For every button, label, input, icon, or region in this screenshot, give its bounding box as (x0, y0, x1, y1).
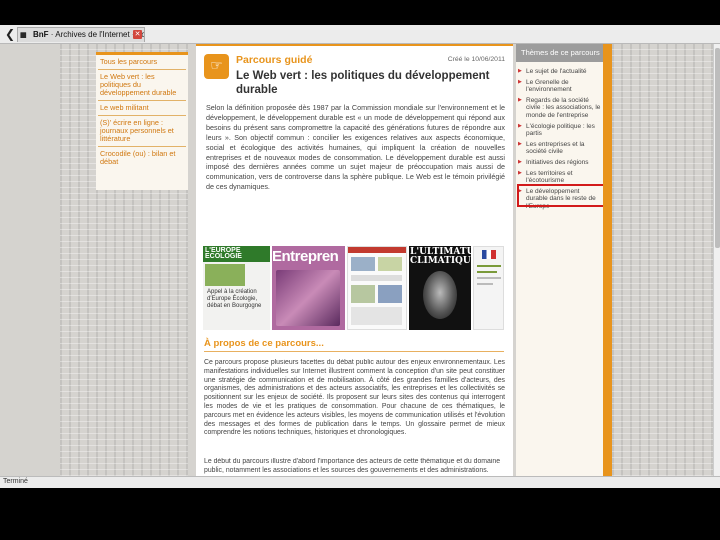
thumbnail-strip: L'EUROPE ECOLOGIE Appel à la création d'… (203, 246, 504, 330)
sidebar-heading: Thèmes de ce parcours (516, 44, 603, 62)
page-title: Le Web vert : les politiques du développ… (236, 70, 490, 96)
close-tab-icon[interactable]: ✕ (133, 30, 142, 39)
vertical-scrollbar[interactable] (713, 44, 720, 476)
themes-sidebar: Thèmes de ce parcours ▶ Le sujet de l'act… (516, 44, 603, 476)
guide-label: Parcours guidé (236, 54, 313, 66)
pointing-hand-icon: ☞ (204, 54, 229, 79)
thumbnail-photo (205, 264, 245, 286)
theme-item-label: Les entreprises et la société civile (526, 140, 585, 156)
thumbnail-masthead: L'EUROPE ECOLOGIE (203, 246, 270, 262)
intro-paragraph: Selon la définition proposée dès 1987 pa… (206, 103, 505, 192)
theme-item[interactable]: ▶ Les entreprises et la société civile (518, 141, 602, 156)
thumbnail-heading: Entrepren (272, 248, 339, 265)
french-flag-icon (482, 250, 496, 259)
thumbnail-caption: Appel à la création d'Europe Écologie, d… (207, 289, 262, 309)
thumbnail-header-bar (348, 247, 406, 253)
nav-item-web-militant[interactable]: Le web militant (98, 101, 186, 116)
thumbnail-block (351, 285, 375, 303)
thumbnail-block (378, 285, 402, 303)
theme-item-label: Le sujet de l'actualité (526, 68, 587, 75)
section-divider (204, 351, 504, 352)
browser-tab[interactable]: ▦ BnF · Archives de l'Internet · po... ✕ (17, 27, 145, 42)
bullet-triangle-icon: ▶ (518, 68, 522, 74)
creation-date: Créé le 10/06/2011 (447, 56, 505, 63)
thumbnail-block (378, 257, 402, 271)
theme-item-highlighted[interactable]: ▶ Les territoires et l'écotourisme (518, 170, 602, 185)
bullet-triangle-icon: ▶ (518, 78, 522, 85)
tab-title: · Archives de l'Internet · po... (48, 30, 145, 39)
thumbnail-line (477, 277, 501, 279)
thumbnail-heading: L'ULTIMATUM CLIMATIQUE (410, 247, 471, 266)
status-bar: Terminé (0, 476, 720, 488)
theme-item-label: Initiatives des régions (526, 158, 589, 166)
thumbnail-europe-ecologie[interactable]: L'EUROPE ECOLOGIE Appel à la création d'… (203, 246, 270, 330)
thumbnail-entreprendre[interactable]: Entrepren (272, 246, 345, 330)
bnf-favicon-icon: ▦ (20, 32, 27, 39)
theme-item-label: Les territoires et l'écotourisme (526, 169, 573, 185)
nav-item-all-parcours[interactable]: Tous les parcours (98, 55, 186, 70)
bullet-triangle-icon: ▶ (518, 122, 522, 129)
thumbnail-photo (276, 270, 340, 326)
tab-title-bold: BnF (33, 30, 49, 39)
nav-item-web-vert[interactable]: Le Web vert : les politiques du développ… (98, 70, 186, 101)
browser-toolbar: ❮ ▦ BnF · Archives de l'Internet · po... … (0, 25, 720, 44)
thumbnail-line (477, 265, 501, 267)
bullet-triangle-icon: ▶ (518, 169, 522, 176)
theme-item-label: Le Grenelle de l'environnement (526, 78, 572, 94)
theme-item-label: Regards de la société civile : les assoc… (526, 96, 601, 119)
background-pattern-right (612, 44, 720, 476)
accent-strip (196, 44, 513, 46)
bullet-triangle-icon: ▶ (518, 158, 522, 165)
bullet-triangle-icon: ▶ (518, 140, 522, 147)
accent-bar (603, 44, 612, 476)
thumbnail-block (351, 275, 402, 281)
left-navigation: Tous les parcours Le Web vert : les poli… (96, 52, 188, 190)
about-paragraph: Ce parcours propose plusieurs facettes d… (204, 359, 505, 437)
nav-item-ecrire-en-ligne[interactable]: (S)' écrire en ligne : journaux personne… (98, 116, 186, 147)
thumbnail-ultimatum[interactable]: L'ULTIMATUM CLIMATIQUE (409, 246, 471, 330)
scrollbar-thumb[interactable] (715, 48, 720, 248)
theme-item[interactable]: ▶ Initiatives des régions (518, 159, 602, 167)
back-arrow-icon[interactable]: ❮ (5, 26, 16, 42)
thumbnail-block (351, 257, 375, 271)
red-highlight-box (517, 184, 605, 207)
thumbnail-ministry[interactable] (473, 246, 504, 330)
theme-item[interactable]: ▶ Regards de la société civile : les asso… (518, 97, 602, 120)
theme-item-label: L'écologie politique : les partis (526, 122, 595, 138)
theme-item[interactable]: ▶ Le sujet de l'actualité (518, 68, 602, 76)
section-title: À propos de ce parcours... (204, 338, 324, 349)
main-content: ☞ Parcours guidé Créé le 10/06/2011 Le W… (196, 44, 513, 476)
thumbnail-block (351, 307, 402, 325)
thumbnail-line (477, 271, 497, 273)
thumbnail-photo (423, 271, 457, 319)
thumbnail-website[interactable] (347, 246, 407, 330)
theme-item[interactable]: ▶ L'écologie politique : les partis (518, 123, 602, 138)
thumbnail-line (477, 283, 493, 285)
status-text: Terminé (3, 478, 28, 485)
web-viewport: Tous les parcours Le Web vert : les poli… (0, 44, 720, 476)
about-paragraph-2: Le début du parcours illustre d'abord l'… (204, 458, 501, 474)
bullet-triangle-icon: ▶ (518, 96, 522, 103)
nav-item-crocodile[interactable]: Crocodile (ou) : bilan et débat (98, 147, 186, 169)
theme-item[interactable]: ▶ Le Grenelle de l'environnement (518, 79, 602, 94)
